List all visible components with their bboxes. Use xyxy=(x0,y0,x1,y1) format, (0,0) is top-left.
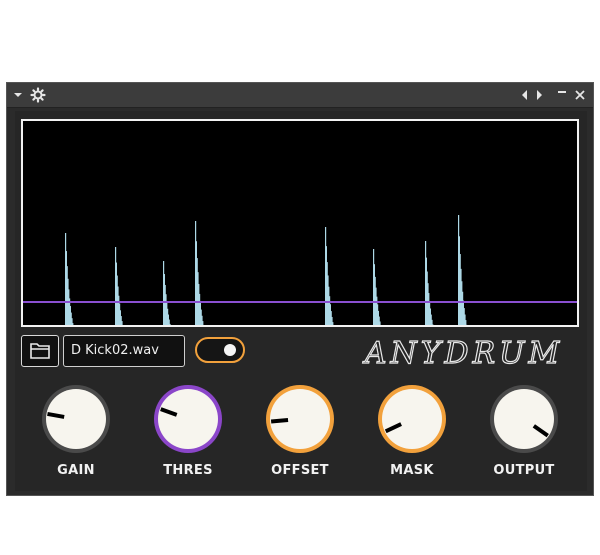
knob-dial[interactable] xyxy=(152,383,224,455)
waveform-display[interactable] xyxy=(21,119,579,327)
gear-icon[interactable] xyxy=(29,87,47,103)
enable-toggle[interactable] xyxy=(195,337,245,363)
knob-dial[interactable] xyxy=(40,383,112,455)
transient-peak xyxy=(65,233,74,325)
knob-dial[interactable] xyxy=(488,383,560,455)
toggle-knob xyxy=(224,344,236,356)
minimize-icon[interactable] xyxy=(555,87,569,103)
knob-offset[interactable]: OFFSET xyxy=(255,383,345,483)
transient-peak xyxy=(163,261,171,325)
knob-gain[interactable]: GAIN xyxy=(31,383,121,483)
knob-dial[interactable] xyxy=(376,383,448,455)
knob-label: MASK xyxy=(390,463,434,478)
transient-peak xyxy=(195,221,204,325)
knob-thres[interactable]: THRES xyxy=(143,383,233,483)
title-bar xyxy=(7,83,593,108)
anydrum-logo: ANYDRUM xyxy=(361,335,563,371)
transient-peak xyxy=(325,227,334,325)
sample-file-name[interactable]: D Kick02.wav xyxy=(63,335,185,367)
knob-label: OFFSET xyxy=(271,463,329,478)
transient-peak xyxy=(373,249,381,325)
transient-peak xyxy=(425,241,434,325)
knob-label: OUTPUT xyxy=(493,463,555,478)
plugin-window: D Kick02.wav ANYDRUM GAIN THRES OFFSET MASK… xyxy=(6,82,594,496)
open-folder-button[interactable] xyxy=(21,335,59,367)
knob-label: GAIN xyxy=(57,463,95,478)
transient-peak xyxy=(458,215,468,325)
knob-dial[interactable] xyxy=(264,383,336,455)
triangle-left-icon[interactable] xyxy=(519,87,531,103)
chevron-down-icon[interactable] xyxy=(11,87,25,103)
knob-output[interactable]: OUTPUT xyxy=(479,383,569,483)
knob-pointer xyxy=(270,418,289,424)
knob-mask[interactable]: MASK xyxy=(367,383,457,483)
triangle-right-icon[interactable] xyxy=(533,87,545,103)
waveform-graph xyxy=(23,215,577,325)
folder-icon xyxy=(30,343,50,359)
transient-peak xyxy=(115,247,123,325)
logo-text: ANYDRUM xyxy=(362,336,563,371)
close-icon[interactable] xyxy=(573,87,587,103)
knob-label: THRES xyxy=(163,463,213,478)
